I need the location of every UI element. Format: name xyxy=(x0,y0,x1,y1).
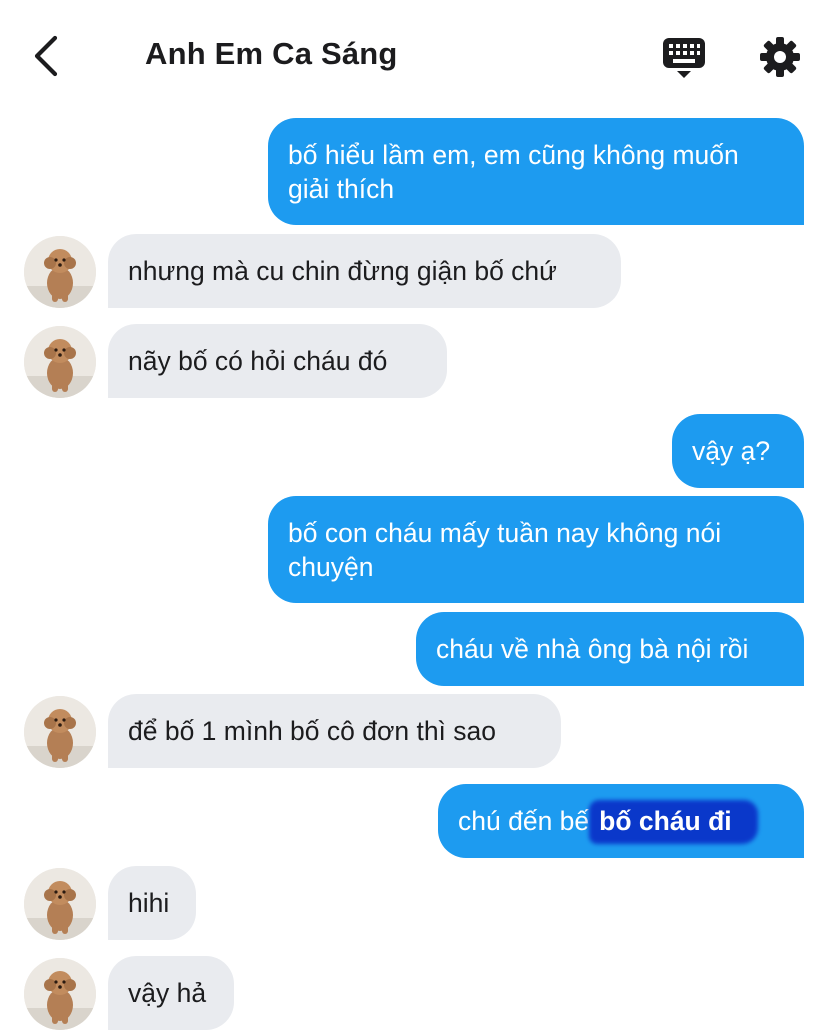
message-bubble-outgoing[interactable]: chú đến bế bố cháu đi xyxy=(438,784,804,858)
dog-avatar-icon xyxy=(24,236,96,308)
message-bubble-outgoing[interactable]: bố con cháu mấy tuần nay không nói chuyệ… xyxy=(268,496,804,603)
avatar[interactable] xyxy=(24,868,96,940)
message-bubble-incoming[interactable]: nãy bố có hỏi cháu đó xyxy=(108,324,447,398)
message-bubble-incoming[interactable]: hihi xyxy=(108,866,196,940)
message-text: để bố 1 mình bố cô đơn thì sao xyxy=(128,716,497,746)
keyboard-icon xyxy=(663,38,705,78)
dog-avatar-icon xyxy=(24,696,96,768)
back-button[interactable] xyxy=(28,34,68,78)
avatar[interactable] xyxy=(24,696,96,768)
message-text: vậy ạ? xyxy=(692,436,771,466)
chat-header: Anh Em Ca Sáng xyxy=(0,0,828,110)
message-bubble-incoming[interactable]: nhưng mà cu chin đừng giận bố chứ xyxy=(108,234,621,308)
keyboard-button[interactable] xyxy=(660,36,708,80)
message-text: nhưng mà cu chin đừng giận bố chứ xyxy=(128,256,557,286)
message-bubble-incoming[interactable]: vậy hả xyxy=(108,956,234,1030)
message-bubble-incoming[interactable]: để bố 1 mình bố cô đơn thì sao xyxy=(108,694,561,768)
message-text: bố hiểu lầm em, em cũng không muốn giải … xyxy=(288,139,739,204)
avatar[interactable] xyxy=(24,326,96,398)
dog-avatar-icon xyxy=(24,868,96,940)
scribble-highlight: bố cháu đi xyxy=(589,800,758,844)
message-text: nãy bố có hỏi cháu đó xyxy=(128,346,388,376)
avatar[interactable] xyxy=(24,958,96,1030)
message-text: vậy hả xyxy=(128,978,207,1008)
settings-button[interactable] xyxy=(758,35,802,79)
message-text: bố con cháu mấy tuần nay không nói chuyệ… xyxy=(288,517,722,582)
highlighted-text: bố cháu đi xyxy=(599,806,732,836)
dog-avatar-icon xyxy=(24,326,96,398)
chat-title: Anh Em Ca Sáng xyxy=(145,36,398,71)
message-text: chú đến bế xyxy=(458,806,590,836)
message-bubble-outgoing[interactable]: bố hiểu lầm em, em cũng không muốn giải … xyxy=(268,118,804,225)
message-text: cháu về nhà ông bà nội rồi xyxy=(436,634,749,664)
message-bubble-outgoing[interactable]: cháu về nhà ông bà nội rồi xyxy=(416,612,804,686)
dog-avatar-icon xyxy=(24,958,96,1030)
chevron-left-icon xyxy=(34,35,58,77)
gear-icon xyxy=(760,37,800,77)
message-bubble-outgoing[interactable]: vậy ạ? xyxy=(672,414,804,488)
avatar[interactable] xyxy=(24,236,96,308)
message-text: hihi xyxy=(128,888,170,918)
